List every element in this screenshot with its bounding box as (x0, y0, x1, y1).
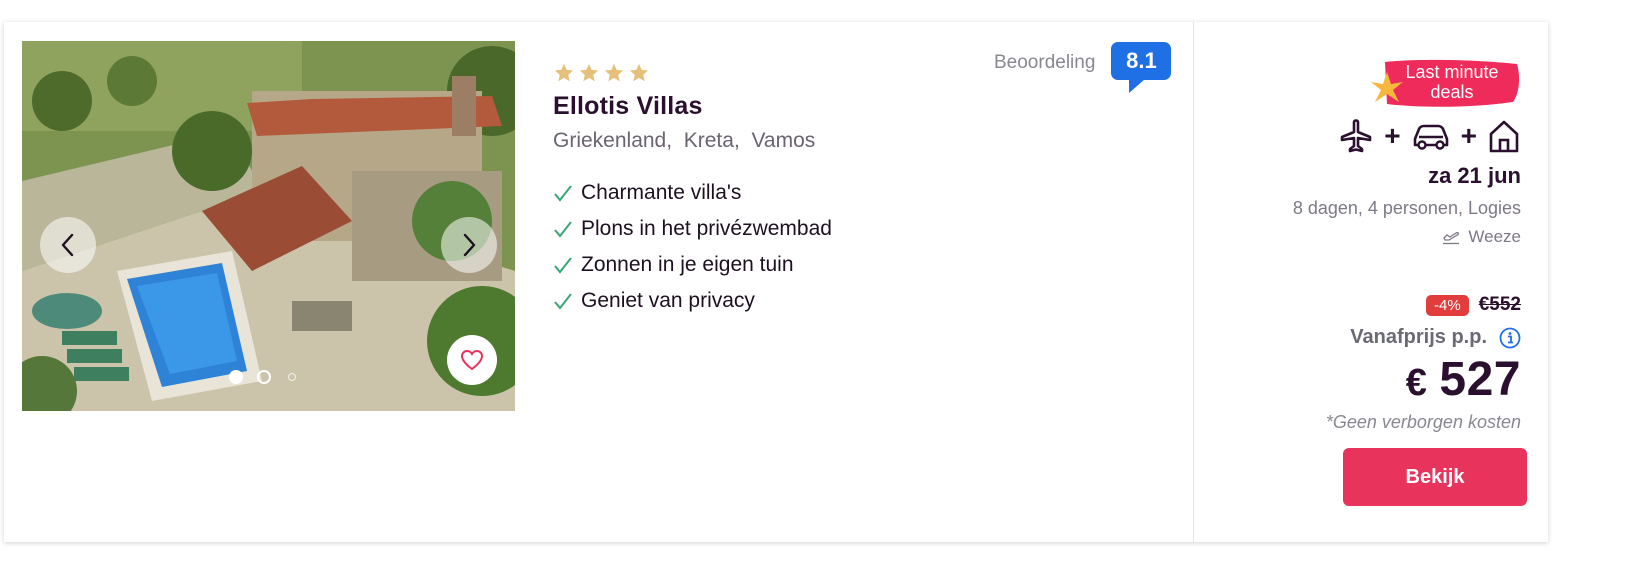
departure-date: za 21 jun (1428, 163, 1521, 188)
price-panel: Last minute deals + + za 21 jun 8 dagen,… (1194, 22, 1527, 542)
heart-icon (460, 349, 484, 371)
rating-score: 8.1 (1126, 48, 1157, 73)
from-price-row: Vanafprijs p.p. (1350, 326, 1521, 349)
photo-gallery[interactable] (22, 41, 515, 411)
from-price-label: Vanafprijs p.p. (1350, 326, 1487, 348)
location-city: Vamos (751, 129, 816, 152)
trip-details: 8 dagen, 4 personen, Logies (1292, 198, 1521, 218)
price-amount: 527 (1439, 353, 1521, 406)
last-minute-deal-badge: Last minute deals (1371, 58, 1521, 110)
original-price: €552 (1478, 294, 1521, 315)
plane-departure-icon (1443, 231, 1460, 245)
check-icon (554, 221, 572, 238)
no-hidden-costs-note: *Geen verborgen kosten (1325, 412, 1521, 432)
package-contents: + + (1338, 118, 1521, 154)
pagination-dot[interactable] (288, 373, 296, 381)
departure-airport: Weeze (1442, 227, 1521, 247)
villa-photo (22, 41, 515, 411)
badge-tail (1129, 79, 1146, 93)
usp-list: Charmante villa's Plons in het privézwem… (553, 175, 1193, 319)
gallery-pagination (229, 370, 296, 384)
check-icon (554, 257, 572, 274)
airport-name: Weeze (1468, 227, 1521, 246)
rating-score-badge: 8.1 (1111, 42, 1172, 93)
chevron-left-icon (61, 233, 74, 257)
car-icon (1413, 124, 1448, 150)
info-icon[interactable] (1499, 327, 1521, 349)
view-button[interactable]: Bekijk (1343, 448, 1527, 506)
plane-icon (1340, 119, 1372, 153)
usp-text: Geniet van privacy (581, 289, 755, 312)
rating-label: Beoordeling (994, 52, 1096, 73)
currency-symbol: € (1405, 362, 1428, 404)
location-region: Kreta, (683, 129, 740, 152)
original-price-row: -4% €552 (1426, 294, 1521, 316)
star-icon (579, 63, 599, 82)
previous-image-button[interactable] (40, 217, 96, 273)
usp-item: Charmante villa's (553, 175, 1193, 211)
star-icon (554, 63, 574, 82)
accommodation-info: Ellotis Villas Griekenland, Kreta, Vamos… (553, 62, 1193, 319)
plus-sign: + (1460, 120, 1477, 151)
review-rating[interactable]: Beoordeling 8.1 (994, 42, 1172, 93)
star-icon (604, 63, 624, 82)
accommodation-card[interactable]: Ellotis Villas Griekenland, Kreta, Vamos… (4, 22, 1548, 542)
usp-item: Plons in het privézwembad (553, 211, 1193, 247)
check-icon (554, 293, 572, 310)
check-icon (554, 185, 572, 202)
house-icon (1489, 120, 1519, 153)
usp-item: Zonnen in je eigen tuin (553, 247, 1193, 283)
discount-badge: -4% (1426, 294, 1469, 316)
pagination-dot[interactable] (229, 370, 243, 384)
location: Griekenland, Kreta, Vamos (553, 129, 1193, 153)
location-country: Griekenland, (553, 129, 673, 152)
current-price: €527 (1406, 352, 1521, 407)
favorite-button[interactable] (447, 335, 497, 385)
hotel-name[interactable]: Ellotis Villas (553, 92, 1193, 121)
next-image-button[interactable] (441, 217, 497, 273)
usp-item: Geniet van privacy (553, 283, 1193, 319)
chevron-right-icon (463, 233, 476, 257)
usp-text: Plons in het privézwembad (581, 217, 832, 240)
plus-sign: + (1384, 120, 1401, 151)
pagination-dot[interactable] (257, 370, 271, 384)
deal-label: Last minute deals (1405, 62, 1499, 102)
usp-text: Zonnen in je eigen tuin (581, 253, 794, 276)
usp-text: Charmante villa's (581, 181, 742, 204)
star-icon (629, 63, 649, 82)
